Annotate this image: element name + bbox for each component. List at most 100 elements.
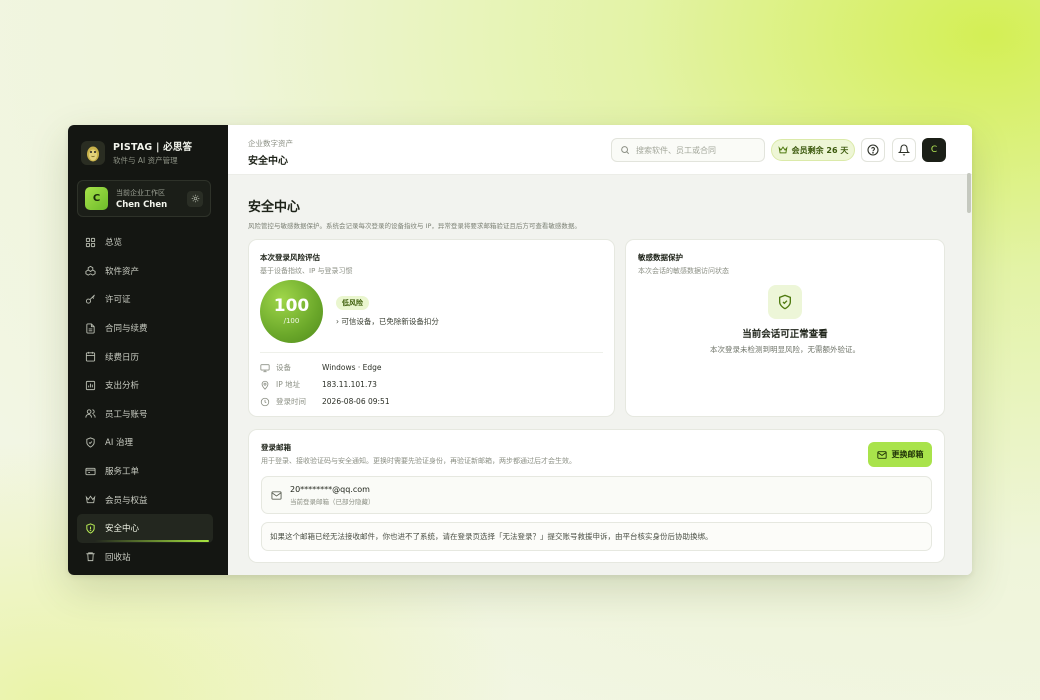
brand: PISTAG | 必思答 软件与 AI 资产管理 bbox=[81, 139, 192, 166]
card-subtitle: 用于登录、接收验证码与安全通知。更换时需要先验证身份，再验证新邮箱，两步都通过后… bbox=[261, 457, 576, 465]
sidebar-item-security[interactable]: 安全中心 bbox=[77, 513, 213, 543]
shield-icon bbox=[86, 523, 95, 534]
topbar: 企业数字资产 安全中心 会员剩余 26 天 C bbox=[228, 125, 972, 175]
user-avatar[interactable]: C bbox=[922, 138, 946, 162]
brand-logo-icon bbox=[81, 140, 105, 165]
card-title: 敏感数据保护 bbox=[638, 253, 683, 262]
sidebar: PISTAG | 必思答 软件与 AI 资产管理 C 当前企业工作区 Chen … bbox=[68, 125, 228, 575]
risk-level-badge: 低风险 bbox=[336, 296, 369, 310]
topbar-title: 安全中心 bbox=[248, 156, 288, 167]
search-icon bbox=[621, 146, 630, 155]
document-icon bbox=[86, 323, 95, 334]
workspace-avatar: C bbox=[85, 187, 108, 210]
clock-icon bbox=[260, 397, 270, 406]
risk-score: 100 bbox=[273, 296, 310, 316]
workspace-name: Chen Chen bbox=[116, 199, 168, 210]
workspace-settings-button[interactable] bbox=[187, 190, 203, 207]
membership-text: 会员剩余 26 天 bbox=[791, 145, 849, 155]
login-email-card: 登录邮箱 用于登录、接收验证码与安全通知。更换时需要先验证身份，再验证新邮箱，两… bbox=[248, 429, 945, 563]
help-icon bbox=[867, 144, 879, 156]
shield-check-icon bbox=[779, 294, 791, 310]
workspace-label: 当前企业工作区 bbox=[116, 188, 165, 197]
page-title: 安全中心 bbox=[248, 200, 301, 215]
cubes-icon bbox=[85, 266, 96, 277]
meta-row-time: 登录时间 2026-08-06 09:51 bbox=[260, 396, 390, 407]
sidebar-nav: 总览 软件资产 许可证 合同与续费 续费日历 支出分析 员工与账号 AI 治理 … bbox=[77, 228, 213, 571]
shield-badge bbox=[768, 285, 802, 319]
sidebar-item-ai-governance[interactable]: AI 治理 bbox=[77, 428, 213, 457]
ticket-icon bbox=[85, 467, 96, 475]
main-scrollbar[interactable] bbox=[967, 173, 971, 213]
card-subtitle: 本次会话的敏感数据访问状态 bbox=[638, 267, 729, 275]
sidebar-item-calendar[interactable]: 续费日历 bbox=[77, 342, 213, 371]
mail-icon bbox=[271, 490, 282, 500]
sidebar-item-spend[interactable]: 支出分析 bbox=[77, 371, 213, 400]
search-box[interactable] bbox=[611, 138, 765, 162]
sidebar-item-label: 总览 bbox=[105, 238, 123, 249]
search-input[interactable] bbox=[636, 145, 756, 155]
meta-value: Windows · Edge bbox=[322, 363, 382, 372]
users-icon bbox=[85, 409, 96, 418]
crown-icon bbox=[778, 146, 788, 154]
sidebar-item-label: 支出分析 bbox=[105, 381, 140, 392]
session-status-title: 当前会话可正常查看 bbox=[742, 329, 828, 340]
meta-key: IP 地址 bbox=[276, 380, 301, 389]
workspace-switcher[interactable]: C 当前企业工作区 Chen Chen bbox=[77, 180, 211, 217]
calendar-icon bbox=[85, 352, 96, 362]
risk-assessment-card: 本次登录风险评估 基于设备指纹、IP 与登录习惯 100 /100 低风险 › … bbox=[248, 239, 615, 417]
meta-value: 183.11.101.73 bbox=[322, 380, 377, 389]
membership-badge[interactable]: 会员剩余 26 天 bbox=[771, 139, 855, 161]
sidebar-item-overview[interactable]: 总览 bbox=[77, 228, 213, 257]
crown-icon bbox=[85, 495, 96, 504]
sidebar-item-licenses[interactable]: 许可证 bbox=[77, 285, 213, 314]
main-area: 企业数字资产 安全中心 会员剩余 26 天 C 安全中心 风险管控与敏感数据保护… bbox=[228, 125, 972, 575]
chart-icon bbox=[85, 380, 96, 390]
sidebar-item-label: 安全中心 bbox=[105, 524, 140, 535]
card-title: 登录邮箱 bbox=[261, 443, 291, 452]
breadcrumb: 企业数字资产 bbox=[248, 139, 293, 148]
recovery-notice: 如果这个邮箱已经无法接收邮件，你也进不了系统，请在登录页选择「无法登录？」提交账… bbox=[261, 522, 932, 551]
trash-icon bbox=[86, 552, 95, 562]
meta-key: 设备 bbox=[276, 363, 291, 372]
sidebar-item-membership[interactable]: 会员与权益 bbox=[77, 485, 213, 514]
change-email-button[interactable]: 更换邮箱 bbox=[868, 442, 932, 467]
sidebar-item-label: 许可证 bbox=[105, 295, 131, 306]
key-icon bbox=[85, 294, 95, 304]
sidebar-item-label: 服务工单 bbox=[105, 467, 140, 478]
page-content: 安全中心 风险管控与敏感数据保护。系统会记录每次登录的设备指纹与 IP，异常登录… bbox=[248, 175, 946, 230]
bell-icon bbox=[898, 144, 910, 156]
brand-subtitle: 软件与 AI 资产管理 bbox=[113, 156, 178, 165]
sidebar-item-label: 软件资产 bbox=[105, 266, 140, 277]
divider bbox=[260, 352, 603, 353]
help-button[interactable] bbox=[861, 138, 885, 162]
email-note: 当前登录邮箱（已部分隐藏） bbox=[290, 497, 375, 506]
session-status-desc: 本次登录未检测到明显风险，无需额外验证。 bbox=[710, 345, 860, 354]
risk-score-max: /100 bbox=[283, 317, 300, 325]
meta-row-device: 设备 Windows · Edge bbox=[260, 362, 382, 373]
risk-score-circle: 100 /100 bbox=[260, 280, 323, 343]
notifications-button[interactable] bbox=[892, 138, 916, 162]
page-description: 风险管控与敏感数据保护。系统会记录每次登录的设备指纹与 IP，异常登录将要求邮箱… bbox=[248, 222, 581, 230]
mail-icon bbox=[876, 450, 887, 459]
location-icon bbox=[261, 380, 269, 390]
sidebar-item-software[interactable]: 软件资产 bbox=[77, 257, 213, 286]
meta-value: 2026-08-06 09:51 bbox=[322, 397, 390, 406]
meta-key: 登录时间 bbox=[276, 397, 306, 406]
sidebar-item-tickets[interactable]: 服务工单 bbox=[77, 457, 213, 486]
brand-name: PISTAG | 必思答 bbox=[113, 142, 193, 153]
sidebar-item-trash[interactable]: 回收站 bbox=[77, 543, 213, 572]
sidebar-item-label: 续费日历 bbox=[105, 352, 140, 363]
risk-note: › 可信设备，已免除新设备扣分 bbox=[336, 317, 439, 326]
email-address: 20********@qq.com bbox=[290, 484, 370, 494]
sidebar-item-label: 会员与权益 bbox=[105, 495, 148, 506]
sidebar-item-contracts[interactable]: 合同与续费 bbox=[77, 314, 213, 343]
grid-icon bbox=[85, 237, 96, 247]
meta-row-ip: IP 地址 183.11.101.73 bbox=[260, 379, 377, 390]
current-email-box: 20********@qq.com 当前登录邮箱（已部分隐藏） bbox=[261, 476, 932, 514]
sidebar-item-employees[interactable]: 员工与账号 bbox=[77, 400, 213, 429]
app-window: PISTAG | 必思答 软件与 AI 资产管理 C 当前企业工作区 Chen … bbox=[68, 125, 972, 575]
sidebar-item-label: 员工与账号 bbox=[105, 409, 148, 420]
sensitive-data-card: 敏感数据保护 本次会话的敏感数据访问状态 当前会话可正常查看 本次登录未检测到明… bbox=[625, 239, 945, 417]
gear-icon bbox=[191, 194, 199, 203]
sidebar-item-label: 合同与续费 bbox=[105, 324, 148, 335]
